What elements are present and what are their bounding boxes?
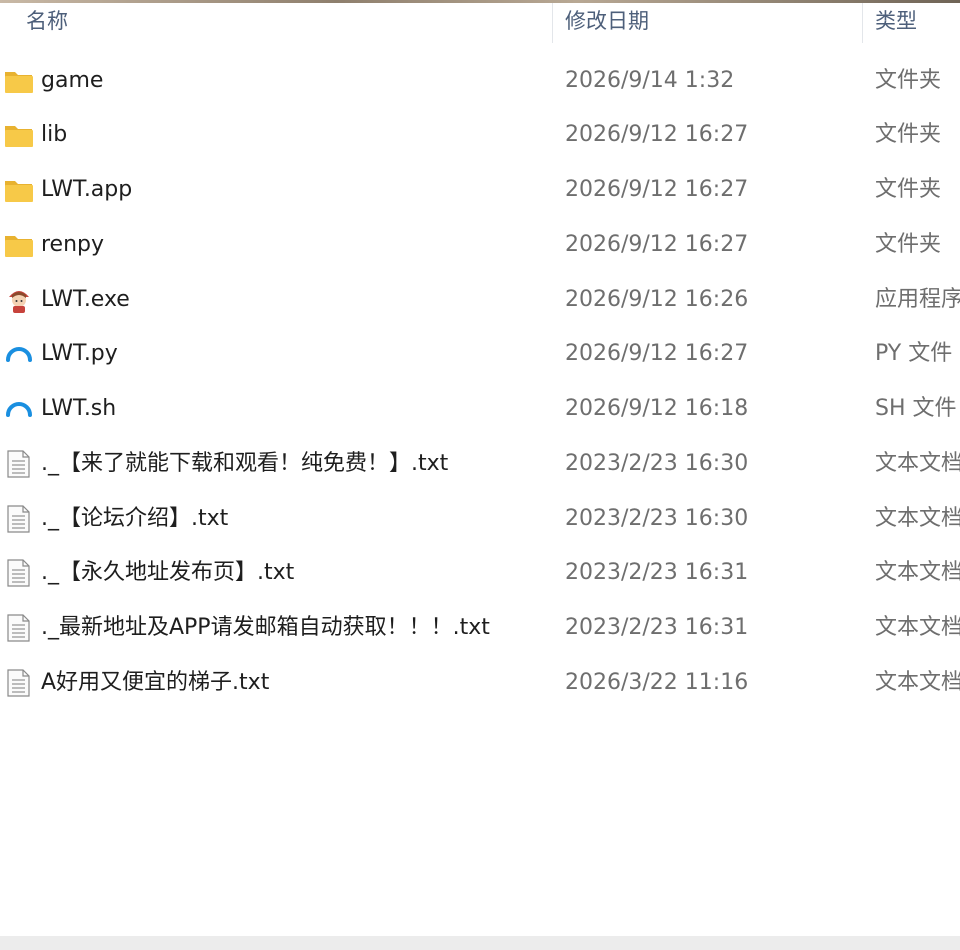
file-modified-date: 2026/9/12 16:27 [565,122,749,147]
file-name: A好用又便宜的梯子.txt [41,670,270,695]
file-modified-date: 2023/2/23 16:30 [565,451,749,476]
file-row[interactable]: LWT.exe 2026/9/12 16:26 应用程序 [0,273,960,327]
file-type: 文本文档 [875,451,960,476]
file-row[interactable]: LWT.app 2026/9/12 16:27 文件夹 [0,163,960,217]
app-character-icon [4,286,34,314]
column-divider[interactable] [552,3,553,43]
column-header-bar: 名称 修改日期 类型 [0,0,960,46]
column-header-name[interactable]: 名称 [26,6,68,38]
folder-icon [4,121,34,149]
text-document-icon [4,614,34,642]
column-header-modified[interactable]: 修改日期 [565,6,649,38]
file-row[interactable]: lib 2026/9/12 16:27 文件夹 [0,108,960,162]
file-type: 文件夹 [875,177,942,202]
file-row[interactable]: ._【永久地址发布页】.txt 2023/2/23 16:31 文本文档 [0,546,960,600]
file-modified-date: 2026/9/12 16:18 [565,396,749,421]
text-document-icon [4,669,34,697]
file-modified-date: 2026/3/22 11:16 [565,670,749,695]
file-modified-date: 2026/9/14 1:32 [565,68,735,93]
file-row[interactable]: LWT.sh 2026/9/12 16:18 SH 文件 [0,382,960,436]
text-document-icon [4,559,34,587]
circular-arc-icon [4,340,34,368]
horizontal-scrollbar[interactable] [0,936,960,950]
file-row[interactable]: game 2026/9/14 1:32 文件夹 [0,54,960,108]
file-type: 文本文档 [875,560,960,585]
file-type: SH 文件 [875,396,957,421]
file-row[interactable]: A好用又便宜的梯子.txt 2026/3/22 11:16 文本文档 [0,656,960,710]
file-row[interactable]: renpy 2026/9/12 16:27 文件夹 [0,218,960,272]
file-type: 文件夹 [875,122,942,147]
file-row[interactable]: ._最新地址及APP请发邮箱自动获取！！！.txt 2023/2/23 16:3… [0,601,960,655]
file-row[interactable]: ._【来了就能下载和观看！纯免费！】.txt 2023/2/23 16:30 文… [0,437,960,491]
file-name: renpy [41,232,105,257]
file-name: lib [41,122,68,147]
file-type: 文件夹 [875,68,942,93]
file-name: game [41,68,104,93]
file-name: ._【论坛介绍】.txt [41,506,229,531]
file-modified-date: 2026/9/12 16:27 [565,177,749,202]
text-document-icon [4,450,34,478]
file-name: LWT.app [41,177,133,202]
file-type: 应用程序 [875,287,960,312]
folder-icon [4,231,34,259]
file-type: PY 文件 [875,341,953,366]
file-type: 文件夹 [875,232,942,257]
folder-icon [4,176,34,204]
file-name: ._【来了就能下载和观看！纯免费！】.txt [41,451,449,476]
file-modified-date: 2023/2/23 16:31 [565,560,749,585]
file-name: LWT.sh [41,396,117,421]
column-divider[interactable] [862,3,863,43]
file-type: 文本文档 [875,670,960,695]
file-row[interactable]: ._【论坛介绍】.txt 2023/2/23 16:30 文本文档 [0,492,960,546]
text-document-icon [4,505,34,533]
file-modified-date: 2023/2/23 16:30 [565,506,749,531]
file-name: ._【永久地址发布页】.txt [41,560,295,585]
file-modified-date: 2026/9/12 16:26 [565,287,749,312]
file-type: 文本文档 [875,615,960,640]
file-row[interactable]: LWT.py 2026/9/12 16:27 PY 文件 [0,327,960,381]
file-name: ._最新地址及APP请发邮箱自动获取！！！.txt [41,615,490,640]
file-type: 文本文档 [875,506,960,531]
file-name: LWT.py [41,341,118,366]
file-modified-date: 2026/9/12 16:27 [565,341,749,366]
file-modified-date: 2026/9/12 16:27 [565,232,749,257]
circular-arc-icon [4,395,34,423]
file-name: LWT.exe [41,287,130,312]
column-header-type[interactable]: 类型 [875,6,917,38]
file-modified-date: 2023/2/23 16:31 [565,615,749,640]
folder-icon [4,67,34,95]
